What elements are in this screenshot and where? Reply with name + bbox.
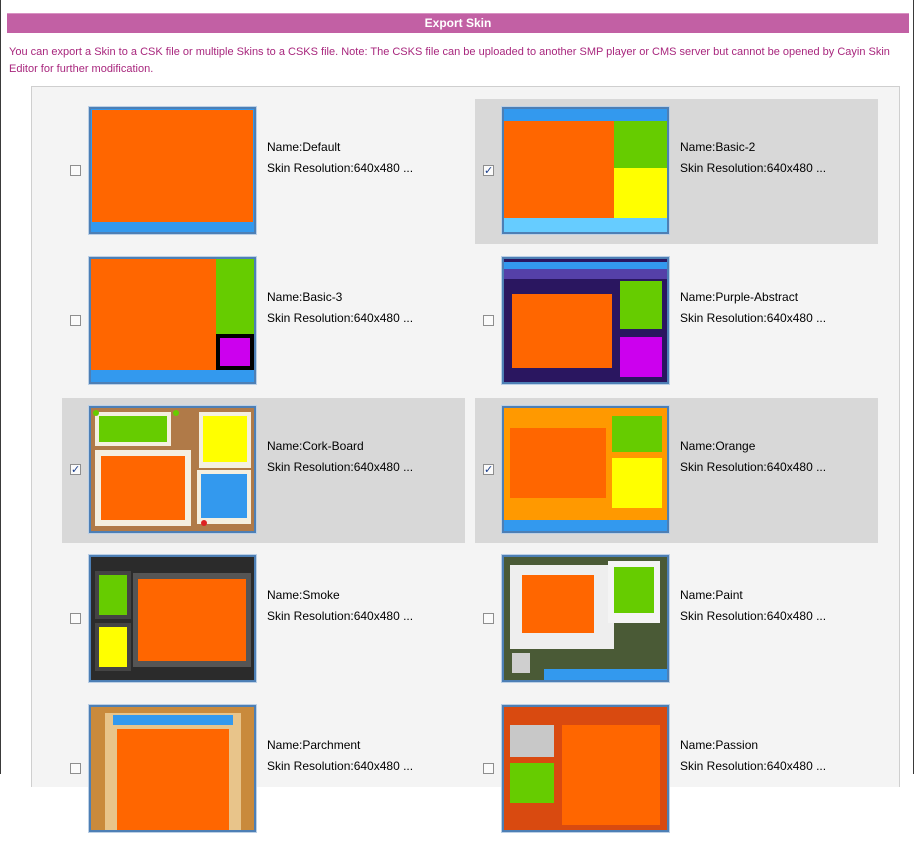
skin-name: Name:Cork-Board bbox=[267, 439, 364, 453]
skin-checkbox-passion[interactable] bbox=[483, 763, 494, 774]
skin-thumbnail-cork-board[interactable] bbox=[89, 406, 256, 533]
skin-item-purple-abstract[interactable]: Name:Purple-Abstract Skin Resolution:640… bbox=[475, 249, 878, 394]
skin-checkbox-basic-3[interactable] bbox=[70, 315, 81, 326]
skin-thumbnail-smoke[interactable] bbox=[89, 555, 256, 682]
skin-resolution: Skin Resolution:640x480 ... bbox=[680, 311, 827, 325]
skin-list: Name:Default Skin Resolution:640x480 ...… bbox=[31, 86, 900, 832]
skin-item-basic-3[interactable]: Name:Basic-3 Skin Resolution:640x480 ... bbox=[62, 249, 465, 394]
skin-checkbox-orange[interactable]: ✓ bbox=[483, 464, 494, 475]
skin-item-basic-2[interactable]: ✓ Name:Basic-2 Skin Resolution:640x480 .… bbox=[475, 99, 878, 244]
skin-thumbnail-passion[interactable] bbox=[502, 705, 669, 832]
skin-resolution: Skin Resolution:640x480 ... bbox=[680, 460, 827, 474]
skin-name: Name:Basic-3 bbox=[267, 290, 343, 304]
skin-thumbnail-default[interactable] bbox=[89, 107, 256, 234]
skin-checkbox-paint[interactable] bbox=[483, 613, 494, 624]
skin-thumbnail-basic-2[interactable] bbox=[502, 107, 669, 234]
skin-item-default[interactable]: Name:Default Skin Resolution:640x480 ... bbox=[62, 99, 465, 244]
export-note: You can export a Skin to a CSK file or m… bbox=[9, 46, 890, 75]
skin-resolution: Skin Resolution:640x480 ... bbox=[267, 311, 414, 325]
skin-thumbnail-parchment[interactable] bbox=[89, 705, 256, 832]
skin-resolution: Skin Resolution:640x480 ... bbox=[267, 161, 414, 175]
skin-resolution: Skin Resolution:640x480 ... bbox=[680, 161, 827, 175]
skin-name: Name:Default bbox=[267, 140, 341, 154]
skin-item-cork-board[interactable]: ✓ Name:Cork-Board Skin Resolution:640x48… bbox=[62, 398, 465, 543]
skin-name: Name:Basic-2 bbox=[680, 140, 756, 154]
skin-name: Name:Passion bbox=[680, 738, 759, 752]
skin-item-orange[interactable]: ✓ Name:Orange Skin Resolution:640x480 ..… bbox=[475, 398, 878, 543]
skin-item-passion[interactable]: Name:Passion Skin Resolution:640x480 ... bbox=[475, 697, 878, 842]
skin-name: Name:Paint bbox=[680, 588, 743, 602]
skin-thumbnail-purple-abstract[interactable] bbox=[502, 257, 669, 384]
skin-checkbox-basic-2[interactable]: ✓ bbox=[483, 165, 494, 176]
skin-checkbox-parchment[interactable] bbox=[70, 763, 81, 774]
skin-name: Name:Parchment bbox=[267, 738, 361, 752]
skin-item-parchment[interactable]: Name:Parchment Skin Resolution:640x480 .… bbox=[62, 697, 465, 842]
skin-resolution: Skin Resolution:640x480 ... bbox=[267, 460, 414, 474]
skin-thumbnail-paint[interactable] bbox=[502, 555, 669, 682]
skin-name: Name:Orange bbox=[680, 439, 756, 453]
dialog-title: Export Skin bbox=[7, 13, 909, 33]
skin-checkbox-purple-abstract[interactable] bbox=[483, 315, 494, 326]
skin-checkbox-smoke[interactable] bbox=[70, 613, 81, 624]
skin-item-smoke[interactable]: Name:Smoke Skin Resolution:640x480 ... bbox=[62, 547, 465, 692]
export-skin-window: Export Skin You can export a Skin to a C… bbox=[0, 0, 914, 832]
skin-name: Name:Smoke bbox=[267, 588, 340, 602]
skin-thumbnail-basic-3[interactable] bbox=[89, 257, 256, 384]
skin-resolution: Skin Resolution:640x480 ... bbox=[267, 609, 414, 623]
skin-resolution: Skin Resolution:640x480 ... bbox=[680, 609, 827, 623]
skin-checkbox-cork-board[interactable]: ✓ bbox=[70, 464, 81, 475]
skin-name: Name:Purple-Abstract bbox=[680, 290, 799, 304]
skin-item-paint[interactable]: Name:Paint Skin Resolution:640x480 ... bbox=[475, 547, 878, 692]
skin-thumbnail-orange[interactable] bbox=[502, 406, 669, 533]
skin-checkbox-default[interactable] bbox=[70, 165, 81, 176]
